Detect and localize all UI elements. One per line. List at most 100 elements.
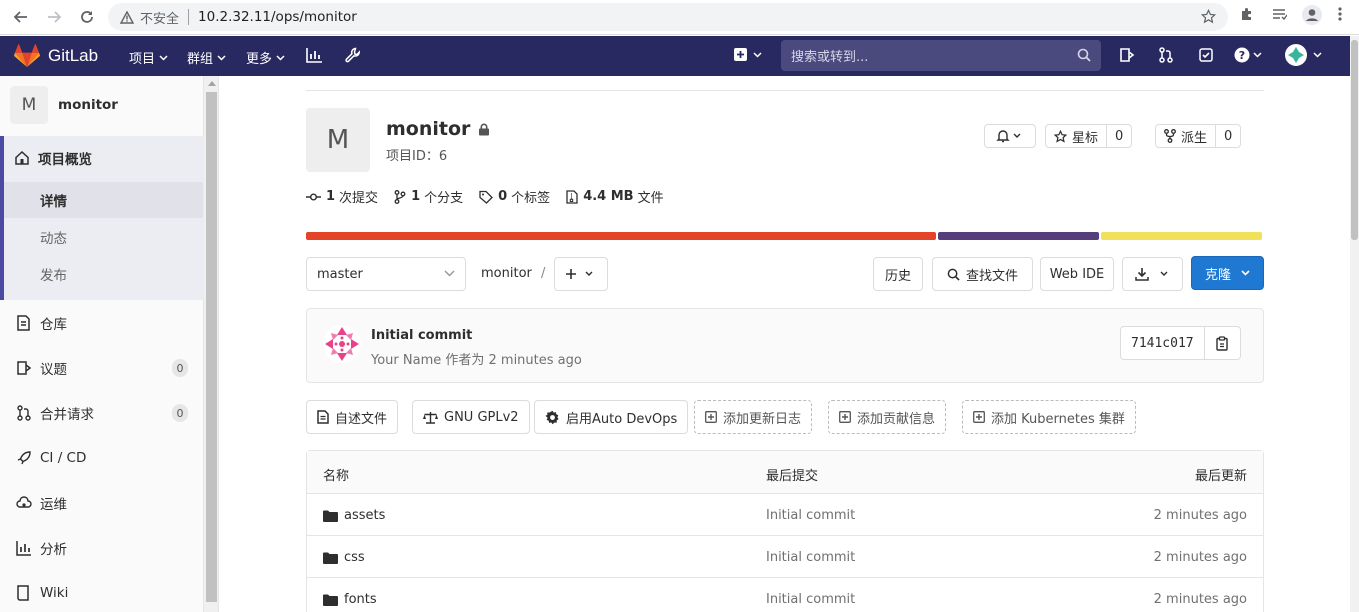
address-bar[interactable]: 不安全 10.2.32.11/ops/monitor xyxy=(108,3,1228,31)
sidebar-subitem-label: 动态 xyxy=(40,231,67,247)
todo-check-icon[interactable] xyxy=(1198,47,1214,63)
sidebar-project-header[interactable]: M monitor xyxy=(10,86,118,124)
sidebar-scrollbar-thumb[interactable] xyxy=(206,92,217,602)
last-commit-panel: Initial commit Your Name 作者为 2 minutes a… xyxy=(306,308,1264,383)
fork-button-group[interactable]: 派生 0 xyxy=(1155,124,1242,148)
sidebar-project-avatar: M xyxy=(10,86,48,124)
tanuki-logo-icon xyxy=(14,44,40,68)
fork-button[interactable]: 派生 xyxy=(1155,124,1217,148)
sidebar-item-issues[interactable]: 议题 0 xyxy=(0,350,204,386)
add-changelog-button[interactable]: 添加更新日志 xyxy=(694,400,813,434)
back-arrow-icon[interactable] xyxy=(9,5,33,29)
svg-text:?: ? xyxy=(1239,49,1245,62)
sidebar-subitem-details[interactable]: 详情 xyxy=(4,182,203,218)
commit-sha[interactable]: 7141c017 xyxy=(1120,326,1205,360)
readme-button[interactable]: 自述文件 xyxy=(306,400,399,434)
add-kubernetes-button[interactable]: 添加 Kubernetes 集群 xyxy=(962,400,1136,434)
sidebar-subitem-label: 发布 xyxy=(40,268,67,284)
fork-count[interactable]: 0 xyxy=(1216,124,1242,148)
auto-devops-button[interactable]: 启用Auto DevOps xyxy=(534,400,689,434)
todo-issues-icon[interactable] xyxy=(1119,47,1135,63)
download-dropdown[interactable] xyxy=(1122,257,1183,291)
folder-icon xyxy=(323,510,338,522)
star-count[interactable]: 0 xyxy=(1107,124,1133,148)
reload-icon[interactable] xyxy=(75,5,99,29)
browser-menu-icon[interactable] xyxy=(1337,6,1343,22)
sidebar-item-label: 合并请求 xyxy=(40,407,94,423)
web-ide-button[interactable]: Web IDE xyxy=(1040,257,1114,291)
file-name-cell[interactable]: css xyxy=(323,550,365,565)
help-question-icon[interactable]: ? xyxy=(1234,47,1264,64)
sidebar-item-wiki[interactable]: Wiki xyxy=(0,575,204,611)
url-text: 10.2.32.11/ops/monitor xyxy=(198,9,357,25)
add-to-tree-dropdown[interactable] xyxy=(554,257,608,291)
file-icon xyxy=(317,410,329,424)
clone-button[interactable]: 克隆 xyxy=(1191,256,1264,290)
nav-groups-dropdown[interactable]: 群组 xyxy=(187,48,226,67)
reading-list-icon[interactable] xyxy=(1271,6,1287,22)
plus-chevron-icon xyxy=(565,268,597,280)
commit-message-cell[interactable]: Initial commit xyxy=(766,592,855,607)
extensions-puzzle-icon[interactable] xyxy=(1239,6,1255,22)
page-scrollbar-thumb[interactable] xyxy=(1351,40,1358,240)
sidebar-item-analytics[interactable]: 分析 xyxy=(0,530,204,566)
nav-more-dropdown[interactable]: 更多 xyxy=(246,48,285,67)
search-input[interactable]: 搜索或转到... xyxy=(781,40,1101,71)
file-name-cell[interactable]: fonts xyxy=(323,592,377,607)
sidebar-item-repository[interactable]: 仓库 xyxy=(0,305,204,341)
gitlab-brand-name: GitLab xyxy=(48,46,99,65)
commit-message-cell[interactable]: Initial commit xyxy=(766,550,855,565)
nav-projects-label: 项目 xyxy=(129,52,156,67)
commit-message-cell[interactable]: Initial commit xyxy=(766,508,855,523)
sidebar-item-operations[interactable]: 运维 xyxy=(0,485,204,521)
page-scrollbar[interactable] xyxy=(1350,36,1359,612)
commits-stat[interactable]: 1 次提交 xyxy=(306,187,378,206)
rocket-icon xyxy=(16,450,32,466)
path-breadcrumb[interactable]: monitor xyxy=(481,266,532,281)
bookmark-star-icon[interactable] xyxy=(1201,9,1216,24)
gitlab-logo[interactable]: GitLab xyxy=(14,44,98,68)
branch-icon xyxy=(394,189,406,204)
sidebar-scrollbar[interactable] xyxy=(204,76,219,612)
admin-wrench-icon[interactable] xyxy=(345,47,361,63)
branches-count: 1 xyxy=(411,189,421,204)
forward-arrow-icon[interactable] xyxy=(42,5,66,29)
star-button[interactable]: 星标 xyxy=(1045,124,1108,148)
history-button[interactable]: 历史 xyxy=(873,257,923,291)
license-button[interactable]: GNU GPLv2 xyxy=(412,400,530,434)
author-identicon-icon[interactable] xyxy=(323,325,361,363)
sidebar-subitem-activity[interactable]: 动态 xyxy=(4,219,203,255)
add-contributing-button[interactable]: 添加贡献信息 xyxy=(828,400,947,434)
sidebar-subitem-releases[interactable]: 发布 xyxy=(4,256,203,292)
activity-chart-icon[interactable] xyxy=(306,47,323,63)
project-name: monitor xyxy=(386,118,471,140)
copy-sha-button[interactable] xyxy=(1204,326,1241,360)
branch-select[interactable]: master xyxy=(306,257,466,291)
nav-projects-dropdown[interactable]: 项目 xyxy=(129,48,168,67)
file-name-cell[interactable]: assets xyxy=(323,508,385,523)
find-file-button[interactable]: 查找文件 xyxy=(932,257,1033,291)
search-placeholder: 搜索或转到... xyxy=(791,50,869,65)
merge-requests-icon[interactable] xyxy=(1158,47,1174,63)
notification-dropdown[interactable] xyxy=(984,124,1036,148)
tags-stat[interactable]: 0 个标签 xyxy=(479,187,550,206)
storage-stat[interactable]: 4.4 MB 文件 xyxy=(566,187,664,206)
sidebar-item-ci-cd[interactable]: CI / CD xyxy=(0,440,204,476)
table-row[interactable]: assets Initial commit 2 minutes ago xyxy=(307,494,1263,536)
folder-name: css xyxy=(344,550,365,565)
user-avatar-icon[interactable] xyxy=(1285,44,1325,68)
table-row[interactable]: fonts Initial commit 2 minutes ago xyxy=(307,578,1263,612)
commit-title[interactable]: Initial commit xyxy=(371,328,472,343)
scroll-up-arrow-icon[interactable] xyxy=(208,81,216,86)
table-row[interactable]: css Initial commit 2 minutes ago xyxy=(307,536,1263,578)
storage-size: 4.4 MB xyxy=(583,189,634,204)
sidebar-item-merge-requests[interactable]: 合并请求 0 xyxy=(0,395,204,431)
sidebar-item-overview[interactable]: 项目概览 xyxy=(0,140,204,176)
language-bar xyxy=(306,232,1264,240)
new-item-plus-icon[interactable] xyxy=(733,47,763,63)
star-button-group[interactable]: 星标 0 xyxy=(1045,124,1133,148)
profile-avatar-icon[interactable] xyxy=(1302,5,1322,25)
browser-toolbar: 不安全 10.2.32.11/ops/monitor xyxy=(0,0,1359,35)
branches-stat[interactable]: 1 个分支 xyxy=(394,187,463,206)
gear-icon xyxy=(545,410,560,425)
